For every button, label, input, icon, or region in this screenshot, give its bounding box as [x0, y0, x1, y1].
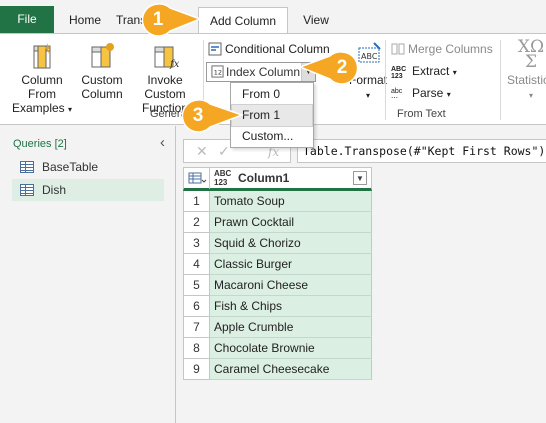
ribbon-tab-bar: File Home Transform Add Column View: [0, 0, 546, 34]
column-type-text: ABC: [214, 169, 232, 178]
index-column-label: Index Column: [226, 65, 301, 79]
query-item-basetable[interactable]: BaseTable: [12, 156, 164, 178]
row-number[interactable]: 8: [183, 338, 210, 359]
table-icon: [20, 161, 34, 173]
parse-icon: abc ⋯: [391, 88, 403, 102]
menu-item-custom[interactable]: Custom...: [232, 126, 312, 147]
custom-column-label-1: Custom: [81, 73, 123, 87]
callout-number-3: 3: [192, 105, 204, 126]
parse-label: Parse: [412, 86, 444, 100]
ribbon-separator: [385, 40, 386, 120]
table-cell[interactable]: Tomato Soup: [210, 191, 372, 212]
invoke-custom-function-icon: fx: [154, 46, 180, 70]
confirm-formula-icon[interactable]: ✓: [218, 143, 230, 160]
index-column-icon: 12: [211, 65, 224, 78]
query-item-dish[interactable]: Dish: [12, 179, 164, 201]
tab-view[interactable]: View: [293, 8, 339, 33]
merge-columns-icon: [391, 43, 405, 55]
formula-input[interactable]: Table.Transpose(#"Kept First Rows"): [297, 139, 546, 163]
merge-columns-label: Merge Columns: [408, 42, 493, 56]
menu-item-from-1[interactable]: From 1: [231, 104, 313, 127]
row-number[interactable]: 3: [183, 233, 210, 254]
table-icon: [20, 184, 34, 196]
extract-button[interactable]: ABC 123 Extract ▾: [391, 62, 457, 80]
column-header-label[interactable]: Column1: [238, 171, 289, 186]
row-number[interactable]: 5: [183, 275, 210, 296]
queries-pane: Queries [2] ‹ BaseTable Dish: [0, 126, 176, 423]
table-row: 4 Classic Burger: [183, 254, 372, 275]
tab-home[interactable]: Home: [60, 8, 110, 33]
table-cell[interactable]: Macaroni Cheese: [210, 275, 372, 296]
row-number[interactable]: 6: [183, 296, 210, 317]
column-from-examples-label-1: Column From: [21, 73, 63, 101]
query-item-label: Dish: [42, 183, 67, 197]
row-number[interactable]: 7: [183, 317, 210, 338]
column-type-icon[interactable]: ABC 123: [214, 169, 231, 187]
callout-number-2: 2: [336, 57, 348, 78]
merge-columns-button[interactable]: Merge Columns: [391, 40, 493, 58]
queries-title: Queries [2]: [13, 138, 67, 150]
extract-label: Extract: [412, 64, 450, 78]
table-row: 7 Apple Crumble: [183, 317, 372, 338]
from-text-group-label: From Text: [397, 108, 446, 120]
callout-step-3: 3: [180, 98, 245, 134]
tab-file[interactable]: File: [0, 6, 54, 33]
column-from-examples-icon: [33, 43, 51, 69]
statistics-button[interactable]: XΩΣ Statistics ▾: [506, 38, 546, 103]
row-number[interactable]: 2: [183, 212, 210, 233]
table-cell[interactable]: Chocolate Brownie: [210, 338, 372, 359]
table-row: 8 Chocolate Brownie: [183, 338, 372, 359]
callout-step-2: 2: [296, 50, 360, 86]
table-row: 2 Prawn Cocktail: [183, 212, 372, 233]
collapse-pane-icon[interactable]: ‹: [160, 134, 165, 151]
grid-header: ABC 123 Column1 ▼: [183, 167, 372, 191]
callout-number-1: 1: [152, 9, 164, 30]
table-menu-icon[interactable]: [184, 168, 210, 189]
row-number[interactable]: 4: [183, 254, 210, 275]
menu-item-from-0[interactable]: From 0: [232, 84, 312, 105]
column-type-number: 123: [214, 178, 228, 187]
tab-add-column[interactable]: Add Column: [198, 7, 288, 34]
row-number[interactable]: 9: [183, 359, 210, 380]
custom-column-button[interactable]: Custom Column: [80, 38, 124, 101]
table-row: 3 Squid & Chorizo: [183, 233, 372, 254]
filter-dropdown-icon[interactable]: ▼: [353, 171, 367, 185]
custom-column-icon: [91, 43, 114, 68]
table-row: 6 Fish & Chips: [183, 296, 372, 317]
row-number[interactable]: 1: [183, 191, 210, 212]
table-cell[interactable]: Prawn Cocktail: [210, 212, 372, 233]
table-row: 1 Tomato Soup: [183, 191, 372, 212]
table-cell[interactable]: Classic Burger: [210, 254, 372, 275]
extract-icon: ABC 123: [391, 66, 407, 80]
column-from-examples-label-2: Examples: [11, 101, 65, 115]
cancel-formula-icon[interactable]: ✕: [196, 143, 208, 160]
column-from-examples-button[interactable]: Column From Examples ▾: [6, 38, 78, 117]
svg-text:ABC: ABC: [361, 52, 378, 61]
callout-step-1: 1: [140, 2, 203, 38]
invoke-custom-function-label-1: Invoke Custom: [144, 73, 186, 101]
table-cell[interactable]: Caramel Cheesecake: [210, 359, 372, 380]
conditional-column-icon: [208, 42, 222, 56]
table-row: 5 Macaroni Cheese: [183, 275, 372, 296]
table-cell[interactable]: Fish & Chips: [210, 296, 372, 317]
parse-button[interactable]: abc ⋯ Parse ▾: [391, 84, 451, 102]
svg-text:12: 12: [214, 68, 222, 76]
svg-text:fx: fx: [169, 59, 180, 70]
custom-column-label-2: Column: [81, 87, 123, 101]
ribbon-separator: [500, 40, 501, 120]
statistics-label: Statistics: [506, 73, 546, 87]
statistics-icon: XΩ Σ: [517, 37, 545, 72]
table-cell[interactable]: Squid & Chorizo: [210, 233, 372, 254]
table-row: 9 Caramel Cheesecake: [183, 359, 372, 380]
table-cell[interactable]: Apple Crumble: [210, 317, 372, 338]
query-item-label: BaseTable: [42, 160, 99, 174]
